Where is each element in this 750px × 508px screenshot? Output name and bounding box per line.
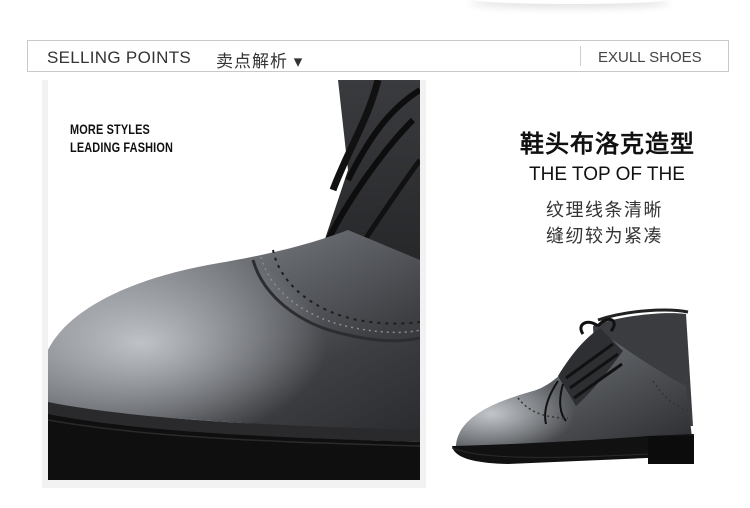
ankle-boot-illustration <box>451 308 694 464</box>
feature-title-cn: 鞋头布洛克造型 <box>520 131 695 158</box>
header-title-cn[interactable]: 卖点解析 ▾ <box>216 47 303 72</box>
top-shadow-decoration <box>470 0 670 4</box>
ankle-boot-photo <box>448 306 713 496</box>
feature-desc-line-1: 纹理线条清晰 <box>546 200 663 220</box>
promo-line-2: LEADING FASHION <box>70 139 174 155</box>
toe-closeup-photo: MORE STYLES LEADING FASHION <box>42 80 426 488</box>
feature-desc-line-2: 缝纫较为紧凑 <box>546 226 663 246</box>
header-divider <box>580 46 581 66</box>
feature-title-en: THE TOP OF THE <box>529 164 685 185</box>
header-title-en: SELLING POINTS <box>47 48 192 67</box>
toe-closeup-image: MORE STYLES LEADING FASHION <box>48 80 420 480</box>
brand-name: EXULL SHOES <box>598 49 702 66</box>
selling-points-header: SELLING POINTS 卖点解析 ▾ EXULL SHOES <box>27 40 729 72</box>
promo-line-1: MORE STYLES <box>70 121 150 137</box>
